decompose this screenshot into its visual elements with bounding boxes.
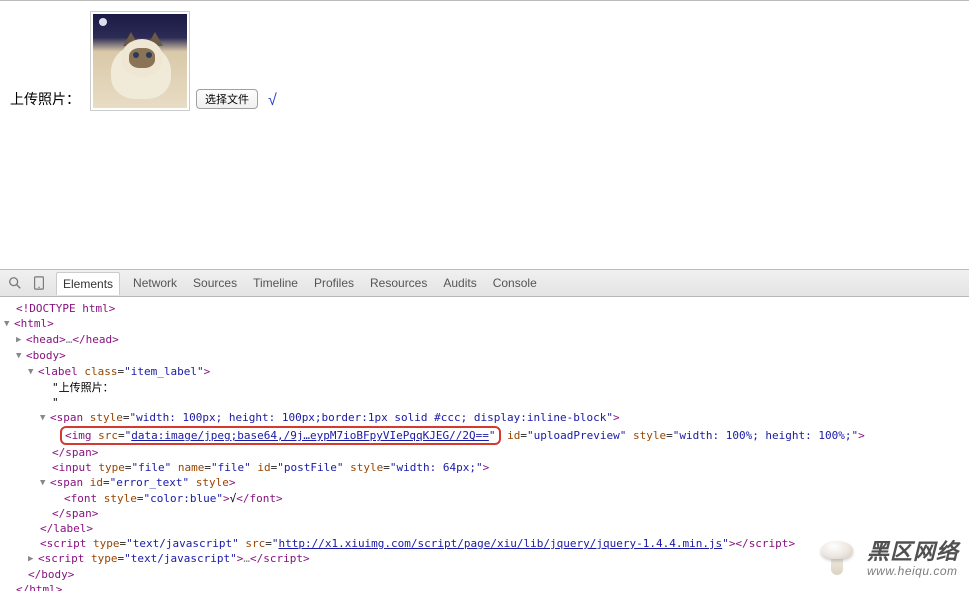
tab-audits[interactable]: Audits xyxy=(440,271,479,295)
dom-font[interactable]: <font style="color:blue">√</font> xyxy=(4,491,969,506)
dom-input[interactable]: <input type="file" name="file" id="postF… xyxy=(4,460,969,475)
dom-head[interactable]: ▶<head>…</head> xyxy=(4,332,969,348)
tab-console[interactable]: Console xyxy=(490,271,540,295)
upload-label: 上传照片： xyxy=(10,89,80,109)
mushroom-icon xyxy=(815,537,859,581)
device-icon[interactable] xyxy=(32,276,46,290)
tab-network[interactable]: Network xyxy=(130,271,180,295)
tab-elements[interactable]: Elements xyxy=(56,272,120,295)
dom-label-text2[interactable]: " xyxy=(4,395,969,410)
upload-preview-container xyxy=(90,11,190,111)
watermark: 黑区网络 www.heiqu.com xyxy=(815,537,959,581)
upload-label-row: 上传照片： 选择文件 √ xyxy=(10,11,959,111)
choose-file-button[interactable]: 选择文件 xyxy=(196,89,258,109)
watermark-url: www.heiqu.com xyxy=(867,565,959,578)
dom-label-open[interactable]: ▼<label class="item_label"> xyxy=(4,364,969,380)
devtools-tabbar: Elements Network Sources Timeline Profil… xyxy=(0,270,969,297)
dom-label-text1[interactable]: "上传照片： xyxy=(4,380,969,395)
upload-preview-image xyxy=(93,14,187,108)
dom-label-close[interactable]: </label> xyxy=(4,521,969,536)
dom-doctype[interactable]: <!DOCTYPE html> xyxy=(4,301,969,316)
page-content: 上传照片： 选择文件 √ xyxy=(0,0,969,270)
dom-html-open[interactable]: ▼<html> xyxy=(4,316,969,332)
tab-sources[interactable]: Sources xyxy=(190,271,240,295)
search-icon[interactable] xyxy=(8,276,22,290)
success-checkmark-icon: √ xyxy=(268,92,277,110)
elements-panel[interactable]: <!DOCTYPE html> ▼<html> ▶<head>…</head> … xyxy=(0,297,969,591)
tab-timeline[interactable]: Timeline xyxy=(250,271,301,295)
dom-span-close[interactable]: </span> xyxy=(4,445,969,460)
tab-resources[interactable]: Resources xyxy=(367,271,430,295)
dom-html-close[interactable]: </html> xyxy=(4,582,969,591)
dom-error-span-close[interactable]: </span> xyxy=(4,506,969,521)
dom-img-highlighted[interactable]: <img src="data:image/jpeg;base64,/9j…eyp… xyxy=(4,426,969,445)
watermark-title: 黑区网络 xyxy=(867,540,959,564)
dom-span-preview[interactable]: ▼<span style="width: 100px; height: 100p… xyxy=(4,410,969,426)
dom-error-span-open[interactable]: ▼<span id="error_text" style> xyxy=(4,475,969,491)
tab-profiles[interactable]: Profiles xyxy=(311,271,357,295)
dom-body-open[interactable]: ▼<body> xyxy=(4,348,969,364)
